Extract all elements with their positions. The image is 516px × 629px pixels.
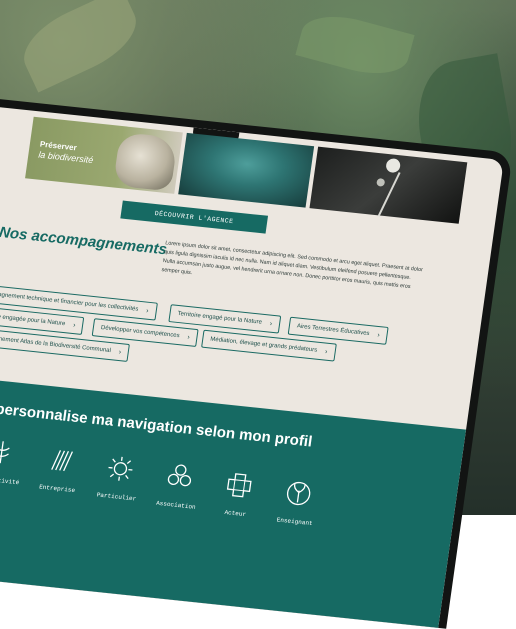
- enseignant-icon: [286, 481, 311, 506]
- tile-image-water[interactable]: [178, 132, 315, 208]
- chevron-right-icon: ›: [186, 333, 191, 341]
- plant-leaf: [12, 0, 148, 93]
- chip-label: Médiation, élevage et grands prédateurs: [209, 336, 318, 354]
- flower-stem: [377, 172, 401, 217]
- laptop-screen: Préserver la biodiversité DÉCOUVRIR L'AG…: [0, 104, 504, 628]
- profile-title: Je personnalise ma navigation selon mon …: [0, 398, 314, 451]
- chevron-right-icon: ›: [324, 348, 328, 356]
- section-body: Lorem ipsum dolor sit amet, consectetur …: [161, 240, 424, 291]
- laptop-bezel: Préserver la biodiversité DÉCOUVRIR L'AG…: [0, 96, 514, 629]
- tile-image-flower[interactable]: [309, 146, 468, 224]
- tile-image: [112, 131, 179, 192]
- chevron-right-icon: ›: [145, 307, 149, 315]
- association-icon: [167, 464, 192, 487]
- chevron-right-icon: ›: [72, 321, 76, 329]
- chevron-right-icon: ›: [269, 320, 273, 328]
- tile-label: Préserver la biodiversité: [38, 140, 96, 166]
- plant-leaf: [295, 6, 415, 84]
- profile-band: Je personnalise ma navigation selon mon …: [0, 374, 467, 628]
- chip-label: Accompagnement technique et financier po…: [0, 289, 139, 313]
- acteur-icon: [226, 473, 252, 498]
- collectivite-icon: [0, 441, 10, 464]
- chip-label: Accompagnement Atlas de la Biodiversité …: [0, 333, 112, 355]
- chip-label: Territoire engagé pour la Nature: [177, 310, 263, 326]
- particulier-icon: [108, 456, 133, 481]
- entreprise-icon: [51, 450, 74, 472]
- chip-label: Développer vos compétences: [100, 324, 180, 340]
- tile-preserver-biodiversite[interactable]: Préserver la biodiversité: [25, 116, 183, 194]
- chip-label: Entreprise engagée pour la Nature: [0, 312, 66, 328]
- chip-label: Aires Terrestres Éducatives: [296, 323, 370, 338]
- profile-label: Enseignant: [276, 516, 314, 528]
- chevron-right-icon: ›: [376, 331, 381, 339]
- flower-head: [385, 157, 402, 174]
- profile-enseignant[interactable]: Enseignant: [259, 475, 335, 529]
- decouvrir-agence-button[interactable]: DÉCOUVRIR L'AGENCE: [120, 200, 269, 234]
- section-title: Nos accompagnements: [0, 223, 168, 259]
- chevron-right-icon: ›: [118, 348, 122, 356]
